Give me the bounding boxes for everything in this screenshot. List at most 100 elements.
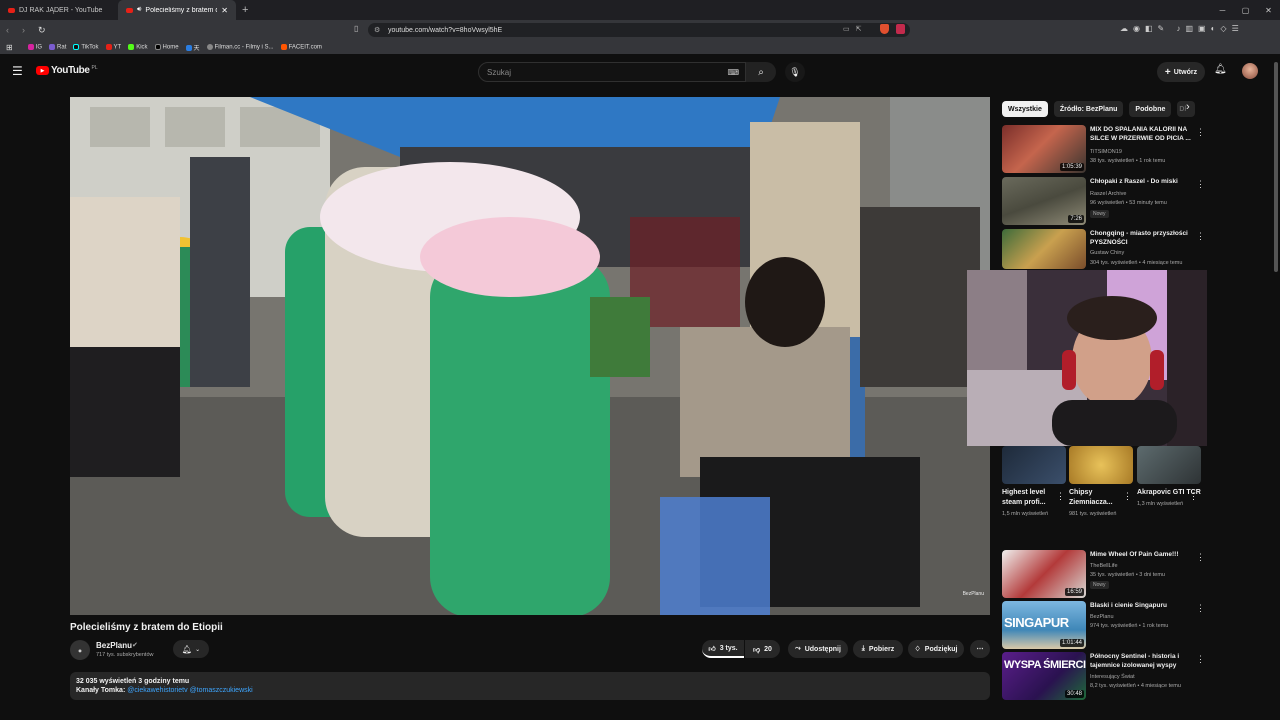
download-button[interactable]: ⤓ Pobierz	[853, 640, 903, 658]
thumbnail-text: SINGAPUR	[1004, 615, 1069, 630]
apps-grid-icon[interactable]: ⊞	[6, 43, 13, 52]
site-info-icon[interactable]: ⚙	[374, 26, 380, 34]
avatar[interactable]	[1242, 63, 1258, 79]
bookmark-item[interactable]: Filman.cc - Filmy i S...	[206, 43, 274, 50]
url-field[interactable]: ⚙ youtube.com/watch?v=8hoVwsyl5hE	[368, 23, 910, 37]
dislike-button[interactable]: 👎︎ 20	[745, 640, 780, 658]
chip-all[interactable]: Wszystkie	[1002, 101, 1048, 117]
back-icon[interactable]: ‹	[6, 25, 16, 35]
recommendation-item[interactable]: Chongqing - miasto przyszłości PYSZNOŚCI…	[1002, 229, 1205, 269]
browser-tab-active[interactable]: 🔊︎ Polecieliśmy z bratem do Etio ✕	[118, 0, 236, 20]
reload-icon[interactable]: ↻	[38, 25, 48, 36]
channel-avatar[interactable]: ◉	[70, 640, 90, 660]
video-thumbnail: 1:05:39	[1002, 125, 1086, 173]
recommendation-item[interactable]: SINGAPUR 1:01:44 Blaski i cienie Singapu…	[1002, 601, 1205, 649]
new-tab-button[interactable]: +	[242, 4, 248, 16]
share-button[interactable]: ⤳ Udostępnij	[788, 640, 848, 658]
voice-search-button[interactable]: 🎙︎	[785, 62, 805, 82]
toolbar-icons-right[interactable]: ☁◉◧✎ ♪▥▣◐◇☰	[1120, 24, 1244, 33]
brave-shield-icon[interactable]	[880, 24, 889, 34]
youtube-favicon-icon	[126, 7, 133, 13]
bookmark-item[interactable]: 天	[185, 43, 200, 52]
short-views: 1,5 mln wyświetleń	[1002, 511, 1049, 517]
tab-label: Polecieliśmy z bratem do Etio	[145, 6, 217, 14]
description-links[interactable]: @ciekawehistorietv @tomaszczukiewski	[127, 687, 252, 694]
like-button[interactable]: 👍︎ 3 tys.	[702, 640, 744, 658]
video-thumbnail: SINGAPUR 1:01:44	[1002, 601, 1086, 649]
video-watermark: BezPlanu	[962, 591, 984, 597]
more-vertical-icon[interactable]: ⋮	[1196, 179, 1205, 190]
more-vertical-icon[interactable]: ⋮	[1189, 491, 1198, 502]
bookmark-item[interactable]: IG	[27, 43, 42, 50]
chip-source[interactable]: Źródło: BezPlanu	[1053, 101, 1124, 117]
rat-icon	[49, 43, 56, 50]
search-button[interactable]: ⌕	[746, 62, 776, 82]
close-window-button[interactable]: ✕	[1257, 6, 1280, 15]
create-button[interactable]: + Utwórz	[1157, 62, 1205, 82]
thanks-button[interactable]: ♢ Podziękuj	[908, 640, 964, 658]
thanks-icon: ♢	[914, 646, 921, 653]
thumbs-up-icon: 👍︎	[708, 645, 716, 653]
more-vertical-icon[interactable]: ⋮	[1123, 491, 1132, 502]
more-vertical-icon[interactable]: ⋮	[1196, 552, 1205, 563]
more-vertical-icon[interactable]: ⋮	[1196, 603, 1205, 614]
recommendation-item[interactable]: WYSPA ŚMIERCI 30:48 Północny Sentinel - …	[1002, 652, 1205, 700]
description-stats: 32 035 wyświetleń 3 godziny temu	[76, 678, 190, 685]
bookmark-item[interactable]: Home	[154, 43, 179, 50]
video-player[interactable]: BezPlanu	[70, 97, 990, 615]
minimize-button[interactable]: ─	[1211, 6, 1234, 15]
notifications-bell-icon[interactable]: 🔔︎	[1214, 64, 1227, 75]
more-vertical-icon[interactable]: ⋮	[1056, 491, 1065, 502]
more-vertical-icon[interactable]: ⋮	[1196, 127, 1205, 138]
recommendation-title: Blaski i cienie Singapuru	[1090, 602, 1167, 609]
x-icon	[154, 43, 161, 50]
page-scrollbar[interactable]	[1274, 62, 1278, 272]
chip-related[interactable]: Podobne	[1129, 101, 1172, 117]
youtube-logo[interactable]: ▶ YouTube PL	[36, 65, 98, 76]
close-tab-icon[interactable]: ✕	[221, 6, 228, 15]
menu-icon[interactable]: ☰	[12, 64, 23, 78]
recommendation-item[interactable]: 7:26 Chłopaki z Raszel - Do miski Raszel…	[1002, 177, 1205, 225]
bookmark-item[interactable]: Kick	[128, 43, 148, 50]
recommendation-meta: 8,2 tys. wyświetleń • 4 miesiące temu	[1090, 683, 1181, 689]
chevron-down-icon: ⌄	[195, 646, 201, 653]
short-thumbnail	[1069, 446, 1133, 484]
bookmark-icon[interactable]: ▯	[354, 24, 358, 33]
youtube-icon	[105, 43, 112, 50]
maximize-button[interactable]: ▢	[1234, 6, 1257, 15]
browser-tab[interactable]: DJ RAK JĄDER - YouTube	[0, 0, 118, 20]
bookmark-item[interactable]: YT	[105, 43, 121, 50]
plus-icon: +	[1164, 66, 1171, 78]
extensions-icons[interactable]: ▭⇱	[843, 25, 867, 33]
short-thumbnail	[1137, 446, 1201, 484]
video-title: Polecieliśmy z bratem do Etiopii	[70, 622, 223, 633]
forward-icon[interactable]: ›	[22, 25, 32, 35]
short-thumbnail	[1002, 446, 1066, 484]
blue-app-icon	[185, 44, 192, 51]
kick-icon	[128, 43, 135, 50]
chevron-right-icon[interactable]: ›	[1186, 101, 1190, 113]
bookmark-item[interactable]: FACEIT.com	[280, 43, 322, 50]
window-controls: ─ ▢ ✕	[1211, 0, 1280, 20]
thumbs-down-icon: 👎︎	[753, 646, 761, 654]
recommendation-item[interactable]: 16:59 Mime Wheel Of Pain Game!!! TheBell…	[1002, 550, 1205, 598]
more-vertical-icon[interactable]: ⋮	[1196, 654, 1205, 665]
description-box[interactable]: 32 035 wyświetleń 3 godziny temu Kanały …	[70, 672, 990, 700]
new-badge: Nowy	[1090, 210, 1109, 218]
short-item[interactable]: Chipsy Ziemniacza... 981 tys. wyświetleń…	[1069, 446, 1133, 518]
short-item[interactable]: Akrapovic GTI TCR 1,3 mln wyświetleń ⋮	[1137, 446, 1201, 508]
verified-icon: ✔	[132, 642, 138, 649]
search-input[interactable]: Szukaj ⌨	[478, 62, 746, 82]
bookmark-item[interactable]: TikTok	[73, 43, 99, 50]
search-icon: ⌕	[758, 66, 764, 78]
recommendation-item[interactable]: 1:05:39 MIX DO SPALANIA KALORII NA SILCE…	[1002, 125, 1205, 173]
keyboard-icon[interactable]: ⌨	[727, 68, 739, 77]
short-item[interactable]: Highest level steam profi... 1,5 mln wyś…	[1002, 446, 1066, 518]
recommendation-title: Chłopaki z Raszel - Do miski	[1090, 178, 1178, 185]
channel-name[interactable]: BezPlanu	[96, 641, 132, 650]
bookmark-item[interactable]: Rat	[49, 43, 66, 50]
subscribed-bell-button[interactable]: 🔔︎ ⌄	[173, 640, 209, 658]
more-actions-button[interactable]: ⋯	[970, 640, 990, 658]
more-vertical-icon[interactable]: ⋮	[1196, 231, 1205, 242]
rewards-icon[interactable]	[896, 24, 905, 34]
